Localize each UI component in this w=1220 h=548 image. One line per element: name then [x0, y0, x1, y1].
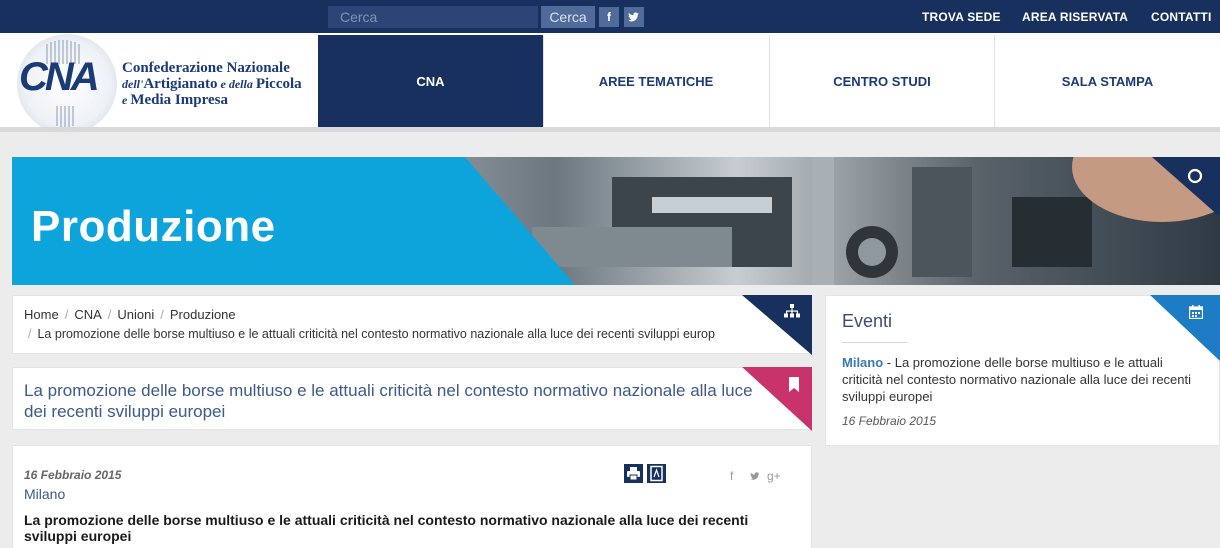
breadcrumb-separator: / — [64, 307, 69, 322]
pdf-icon — [650, 465, 663, 482]
calendar-icon[interactable] — [1189, 305, 1203, 319]
facebook-icon[interactable]: f — [599, 7, 619, 27]
refresh-icon[interactable] — [1186, 167, 1204, 185]
print-icon — [627, 467, 640, 481]
page-title: Produzione — [31, 202, 276, 251]
breadcrumb-current-text: La promozione delle borse multiuso e le … — [37, 327, 715, 341]
article-date: 16 Febbraio 2015 — [24, 468, 122, 482]
org-name-line2: dell'Artigianato e della Piccola — [122, 76, 312, 92]
event-description: - La promozione delle borse multiuso e l… — [842, 355, 1192, 404]
breadcrumb-separator: / — [107, 307, 112, 322]
googleplus-share-icon[interactable]: g+ — [767, 469, 781, 483]
search-button[interactable]: Cerca — [541, 6, 595, 28]
nav-aree-tematiche[interactable]: AREE TEMATICHE — [543, 35, 768, 127]
org-name-line3: e Media Impresa — [122, 92, 312, 108]
breadcrumb-cna[interactable]: CNA — [74, 307, 101, 322]
breadcrumb-current: / La promozione delle borse multiuso e le… — [28, 327, 780, 341]
nav-centro-studi[interactable]: CENTRO STUDI — [769, 35, 994, 127]
org-name-line3-text: Media Impresa — [130, 92, 228, 108]
event-item[interactable]: Milano - La promozione delle borse multi… — [842, 354, 1192, 405]
breadcrumb-card — [12, 295, 812, 354]
twitter-icon[interactable] — [624, 7, 644, 27]
event-date: 16 Febbraio 2015 — [842, 414, 937, 428]
nav-cna[interactable]: CNA — [318, 35, 543, 127]
org-name: Confederazione Nazionale dell'Artigianat… — [122, 60, 312, 108]
sitemap-icon[interactable] — [784, 304, 800, 318]
article-title: La promozione delle borse multiuso e le … — [24, 381, 753, 421]
breadcrumb-separator: / — [160, 307, 164, 322]
logo-text: CNA — [19, 55, 100, 99]
event-city[interactable]: Milano — [842, 355, 883, 370]
banner-corner — [1152, 157, 1220, 217]
org-name-line2-a: Artigianato — [143, 76, 218, 92]
events-title: Eventi — [842, 311, 893, 331]
breadcrumb-separator: / — [28, 327, 32, 341]
breadcrumb-produzione[interactable]: Produzione — [170, 307, 236, 322]
header-divider — [0, 127, 1220, 132]
breadcrumb-unioni[interactable]: Unioni — [117, 307, 154, 322]
trova-sede-link[interactable]: TROVA SEDE — [922, 10, 1001, 24]
breadcrumb-home[interactable]: Home — [24, 307, 59, 322]
org-name-line2-b: Piccola — [255, 76, 302, 92]
events-divider — [842, 342, 908, 343]
nav-sala-stampa[interactable]: SALA STAMPA — [994, 35, 1220, 127]
org-name-line2-mid: e della — [217, 77, 256, 91]
events-corner — [1150, 295, 1220, 361]
article-body-title: La promozione delle borse multiuso e le … — [24, 512, 749, 544]
facebook-share-icon[interactable]: f — [730, 469, 733, 483]
contatti-link[interactable]: CONTATTI — [1151, 10, 1211, 24]
bookmark-corner — [742, 367, 812, 431]
breadcrumb-corner — [742, 295, 812, 355]
bookmark-icon[interactable] — [788, 377, 800, 393]
search-input[interactable] — [328, 6, 538, 28]
print-button[interactable] — [624, 464, 643, 483]
pdf-button[interactable] — [647, 464, 666, 483]
article-city: Milano — [24, 486, 66, 502]
org-name-line2-prefix: dell' — [122, 77, 144, 91]
breadcrumb: Home / CNA / Unioni / Produzione — [24, 307, 236, 322]
org-name-line1: Confederazione Nazionale — [122, 60, 290, 76]
area-riservata-link[interactable]: AREA RISERVATA — [1022, 10, 1128, 24]
twitter-share-icon[interactable] — [749, 471, 761, 482]
